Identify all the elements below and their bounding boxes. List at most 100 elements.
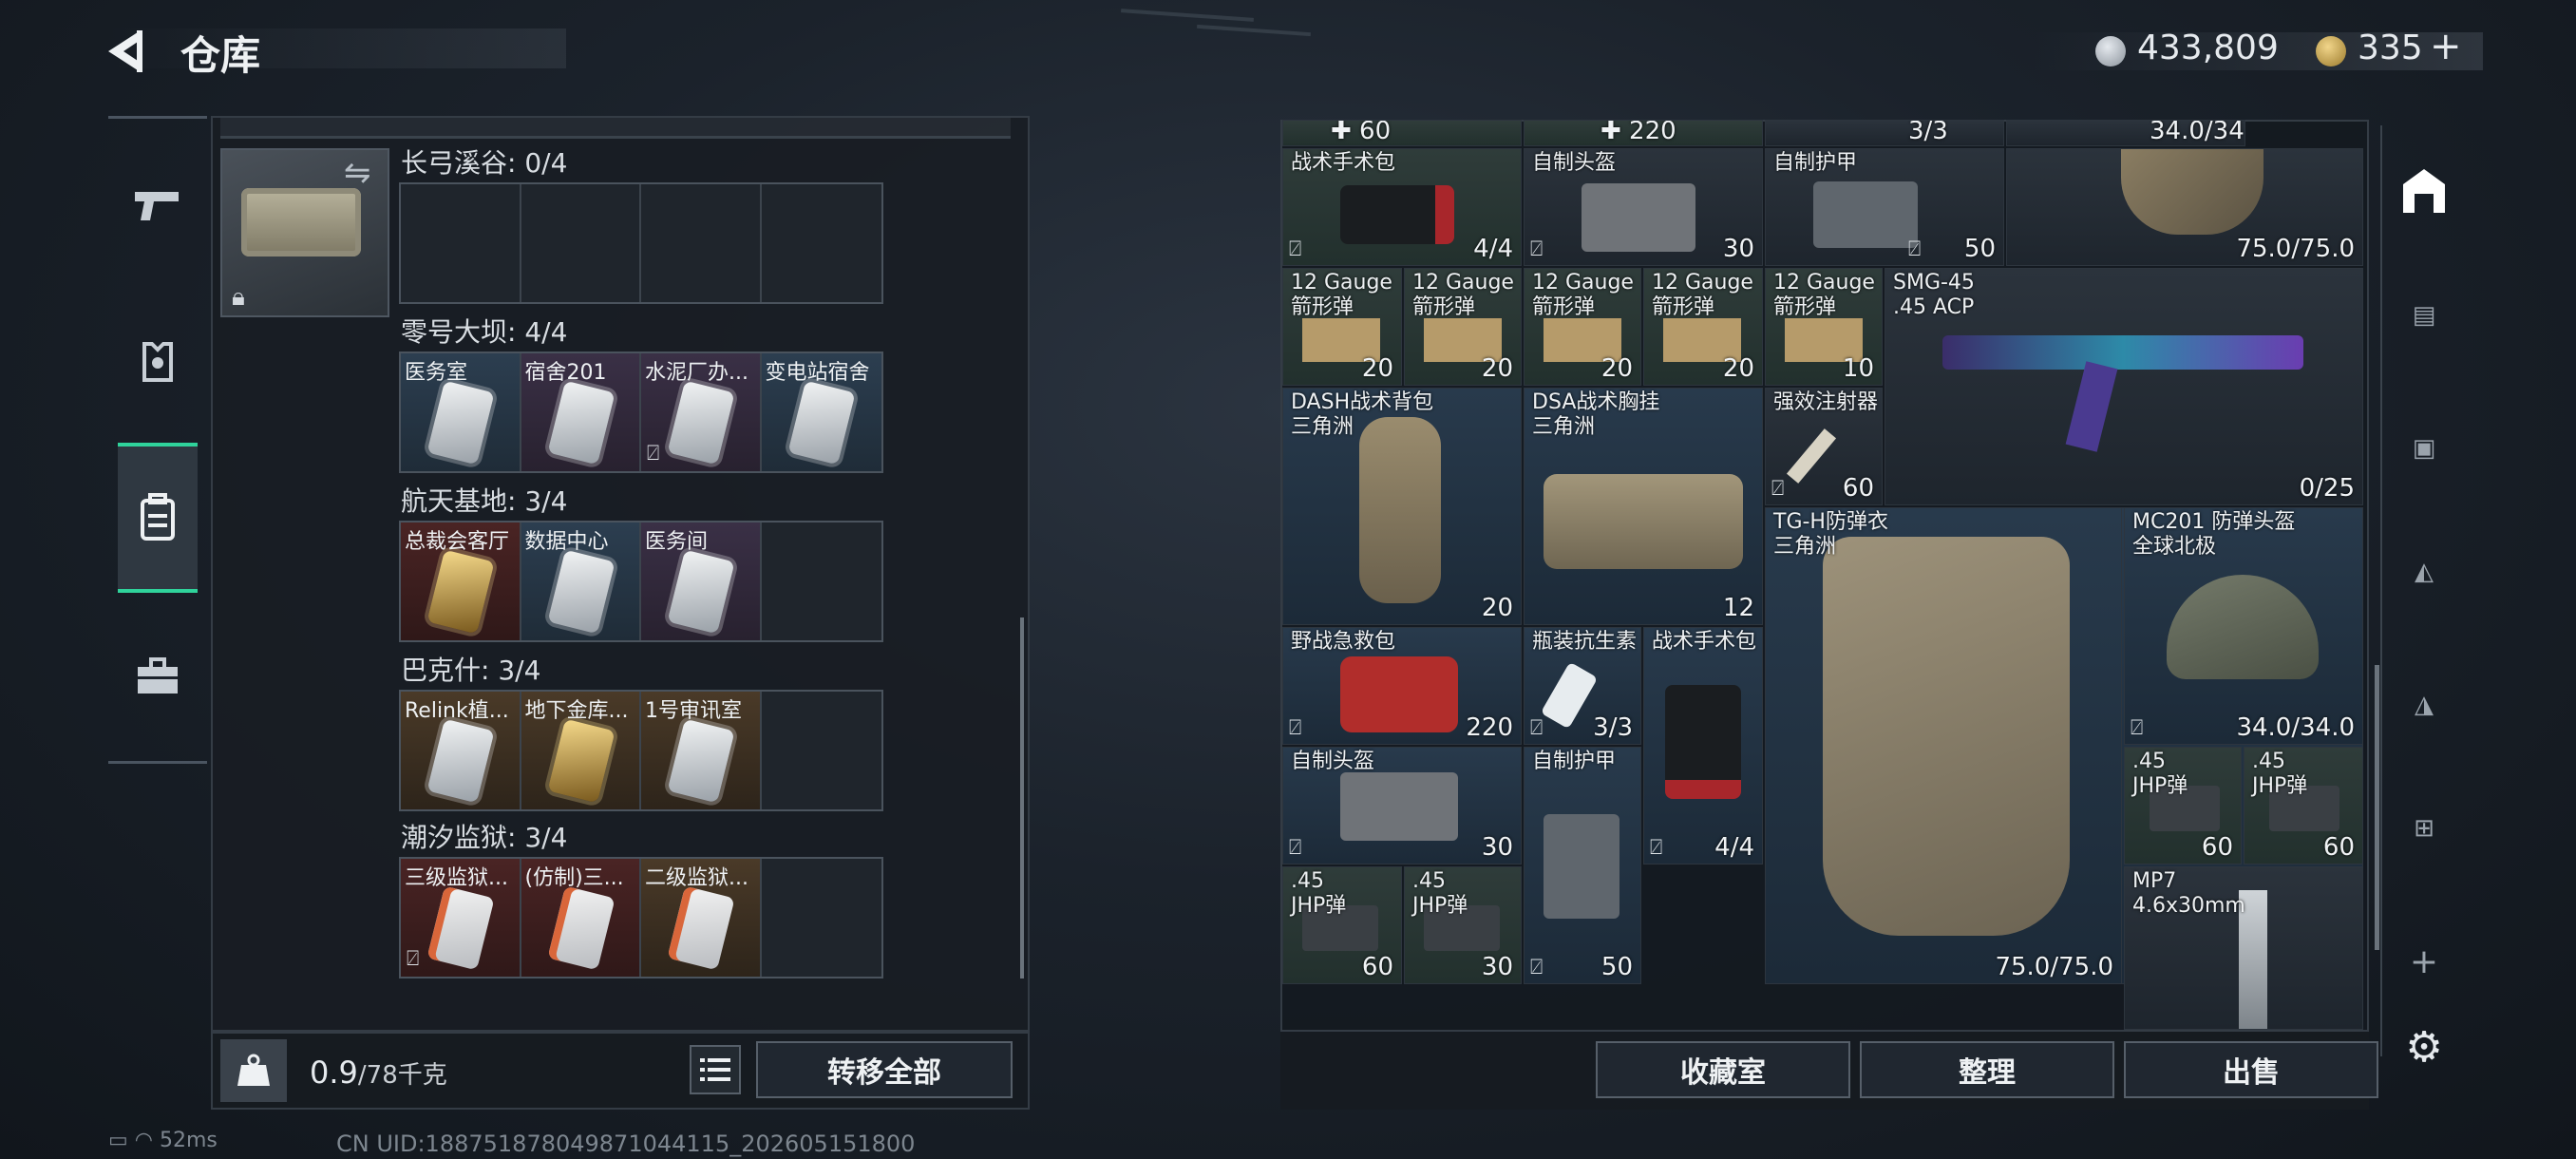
key-slot[interactable]: 三级监狱... ⍁	[401, 859, 521, 977]
key-slot[interactable]	[762, 184, 882, 302]
stash-item[interactable]: 12 Gauge 箭形弹 20	[1404, 268, 1522, 386]
helmet-icon	[1582, 183, 1695, 252]
nav-briefcase[interactable]	[120, 638, 196, 714]
stash-tab-3[interactable]: ◭	[2394, 542, 2454, 602]
no-drop-icon: ⍁	[1650, 836, 1663, 860]
key-slot[interactable]: 水泥厂办... ⍁	[641, 353, 762, 471]
stash-item[interactable]: MP7 4.6x30mm	[2124, 866, 2363, 1030]
collection-room-button[interactable]: 收藏室	[1596, 1041, 1850, 1098]
stash-tab-3b[interactable]: ◮	[2394, 674, 2454, 735]
item-count: ✚ 220	[1601, 120, 1676, 145]
item-count: 60	[1361, 953, 1393, 981]
injector-icon	[1786, 428, 1837, 484]
settings-button[interactable]: ⚙	[2394, 1016, 2454, 1077]
key-slot[interactable]: (仿制)三...	[521, 859, 641, 977]
add-stash-button[interactable]: +	[2394, 931, 2454, 992]
organize-button[interactable]: 整理	[1860, 1041, 2114, 1098]
keycard-icon	[667, 718, 735, 804]
key-slot[interactable]: Relink植...	[401, 692, 521, 809]
nav-backpack[interactable]	[118, 443, 198, 593]
key-slot[interactable]: 医务间	[641, 522, 762, 640]
key-row: 三级监狱... ⍁ (仿制)三... 二级监狱...	[399, 857, 883, 978]
keycard-icon	[546, 885, 616, 971]
key-slot[interactable]: 1号审讯室	[641, 692, 762, 809]
stash-item[interactable]: 自制头盔 ⍁ 30	[1282, 747, 1522, 864]
key-slot[interactable]	[401, 184, 521, 302]
no-drop-icon: ⍁	[1289, 836, 1302, 860]
key-slot[interactable]	[761, 522, 881, 640]
stash-item[interactable]: ✚ 60	[1282, 120, 1522, 146]
stash-item[interactable]: 自制护甲 ⍁ 50	[1765, 148, 2004, 266]
stash-item[interactable]: 75.0/75.0	[2006, 148, 2363, 266]
left-scrollbar[interactable]	[1020, 618, 1024, 978]
stash-item[interactable]: .45 JHP弹 60	[2124, 747, 2242, 864]
item-name: 强效注射器	[1773, 390, 1879, 414]
stash-item[interactable]: MC201 防弹头盔 全球北极 ⍁ 34.0/34.0	[2124, 507, 2363, 745]
stash-tab-4b[interactable]: ▣	[2394, 418, 2454, 479]
stash-item[interactable]: DSA战术胸挂 三角洲 12	[1524, 388, 1763, 625]
stash-item[interactable]: 自制头盔 ⍁ 30	[1524, 148, 1763, 266]
item-name: .45 JHP弹	[2252, 750, 2308, 798]
item-name: 自制护甲	[1773, 151, 1858, 175]
stash-item[interactable]: TG-H防弹衣 三角洲 75.0/75.0	[1765, 507, 2122, 984]
stash-item[interactable]: 12 Gauge 箭形弹 20	[1282, 268, 1402, 386]
item-count: 20	[1722, 354, 1754, 383]
stash-tab-4[interactable]: ▤	[2394, 285, 2454, 346]
item-name: 自制护甲	[1532, 750, 1617, 773]
nav-weapons[interactable]	[120, 167, 196, 243]
stash-item[interactable]: ✚ 220	[1524, 120, 1763, 146]
list-view-button[interactable]	[690, 1045, 741, 1094]
key-slot[interactable]	[761, 859, 881, 977]
stash-item[interactable]: 强效注射器 ⍁ 60	[1765, 388, 1883, 505]
sell-button[interactable]: 出售	[2124, 1041, 2378, 1098]
item-name: 自制头盔	[1291, 750, 1375, 773]
key-case-icon	[241, 188, 361, 256]
key-slot[interactable]: 宿舍201	[521, 353, 641, 471]
stash-item[interactable]: .45 JHP弹 30	[1404, 866, 1522, 984]
stash-item[interactable]: 12 Gauge 箭形弹 10	[1765, 268, 1883, 386]
key-slot[interactable]	[521, 184, 641, 302]
stash-item[interactable]: .45 JHP弹 60	[1282, 866, 1402, 984]
backpack-item-icon	[1359, 417, 1441, 603]
key-slot[interactable]: 总裁会客厅	[401, 522, 521, 640]
back-button[interactable]	[104, 25, 154, 78]
stash-item[interactable]: DASH战术背包 三角洲 20	[1282, 388, 1522, 625]
no-drop-icon: ⍁	[407, 947, 420, 971]
stash-item[interactable]: 34.0/34.0	[2006, 120, 2245, 146]
key-slot[interactable]: 数据中心	[521, 522, 641, 640]
key-label: 医务间	[645, 530, 709, 554]
key-slot[interactable]: 地下金库...	[521, 692, 641, 809]
no-drop-icon: ⍁	[1530, 238, 1544, 261]
key-row: 医务室 宿舍201 水泥厂办... ⍁ 变电站宿舍	[399, 352, 883, 473]
key-slot[interactable]: 变电站宿舍	[761, 353, 881, 471]
stash-tab-add[interactable]: ⊞	[2394, 798, 2454, 859]
stash-item[interactable]: 12 Gauge 箭形弹 20	[1524, 268, 1641, 386]
stash-scrollbar[interactable]	[2375, 665, 2379, 950]
stash-item[interactable]: 瓶装抗生素 ⍁ 3/3	[1524, 627, 1641, 745]
keycard-icon	[786, 380, 856, 466]
keycard-icon	[667, 885, 735, 971]
nav-equipment[interactable]	[120, 323, 196, 399]
key-slot[interactable]: 二级监狱...	[641, 859, 762, 977]
transfer-all-button[interactable]: 转移全部	[756, 1041, 1013, 1098]
key-label: 数据中心	[524, 530, 609, 554]
stash-item[interactable]: SMG-45 .45 ACP 0/25	[1885, 268, 2363, 505]
stash-item[interactable]: 自制护甲 ⍁ 50	[1524, 747, 1641, 984]
stash-tab-main[interactable]	[2394, 162, 2454, 222]
key-slot[interactable]: 医务室	[401, 353, 521, 471]
stash-item[interactable]: .45 JHP弹 60	[2244, 747, 2363, 864]
key-slot[interactable]	[641, 184, 762, 302]
add-coupon-button[interactable]: +	[2430, 25, 2462, 68]
key-slot[interactable]	[761, 692, 881, 809]
key-label: 二级监狱...	[645, 866, 748, 890]
body-armor-icon	[1823, 537, 2070, 936]
stash-item[interactable]: 野战急救包 ⍁ 220	[1282, 627, 1522, 745]
stash-item[interactable]: 战术手术包 ⍁ 4/4	[1282, 148, 1522, 266]
stash-item[interactable]: 战术手术包 ⍁ 4/4	[1643, 627, 1763, 864]
stash-item[interactable]: 12 Gauge 箭形弹 20	[1643, 268, 1763, 386]
item-name: MC201 防弹头盔 全球北极	[2132, 510, 2296, 559]
item-count: 60	[1842, 474, 1874, 503]
swap-icon[interactable]: ⇋	[344, 154, 371, 192]
backpack-icon	[141, 493, 175, 541]
stash-item[interactable]: 3/3	[1765, 120, 2004, 146]
